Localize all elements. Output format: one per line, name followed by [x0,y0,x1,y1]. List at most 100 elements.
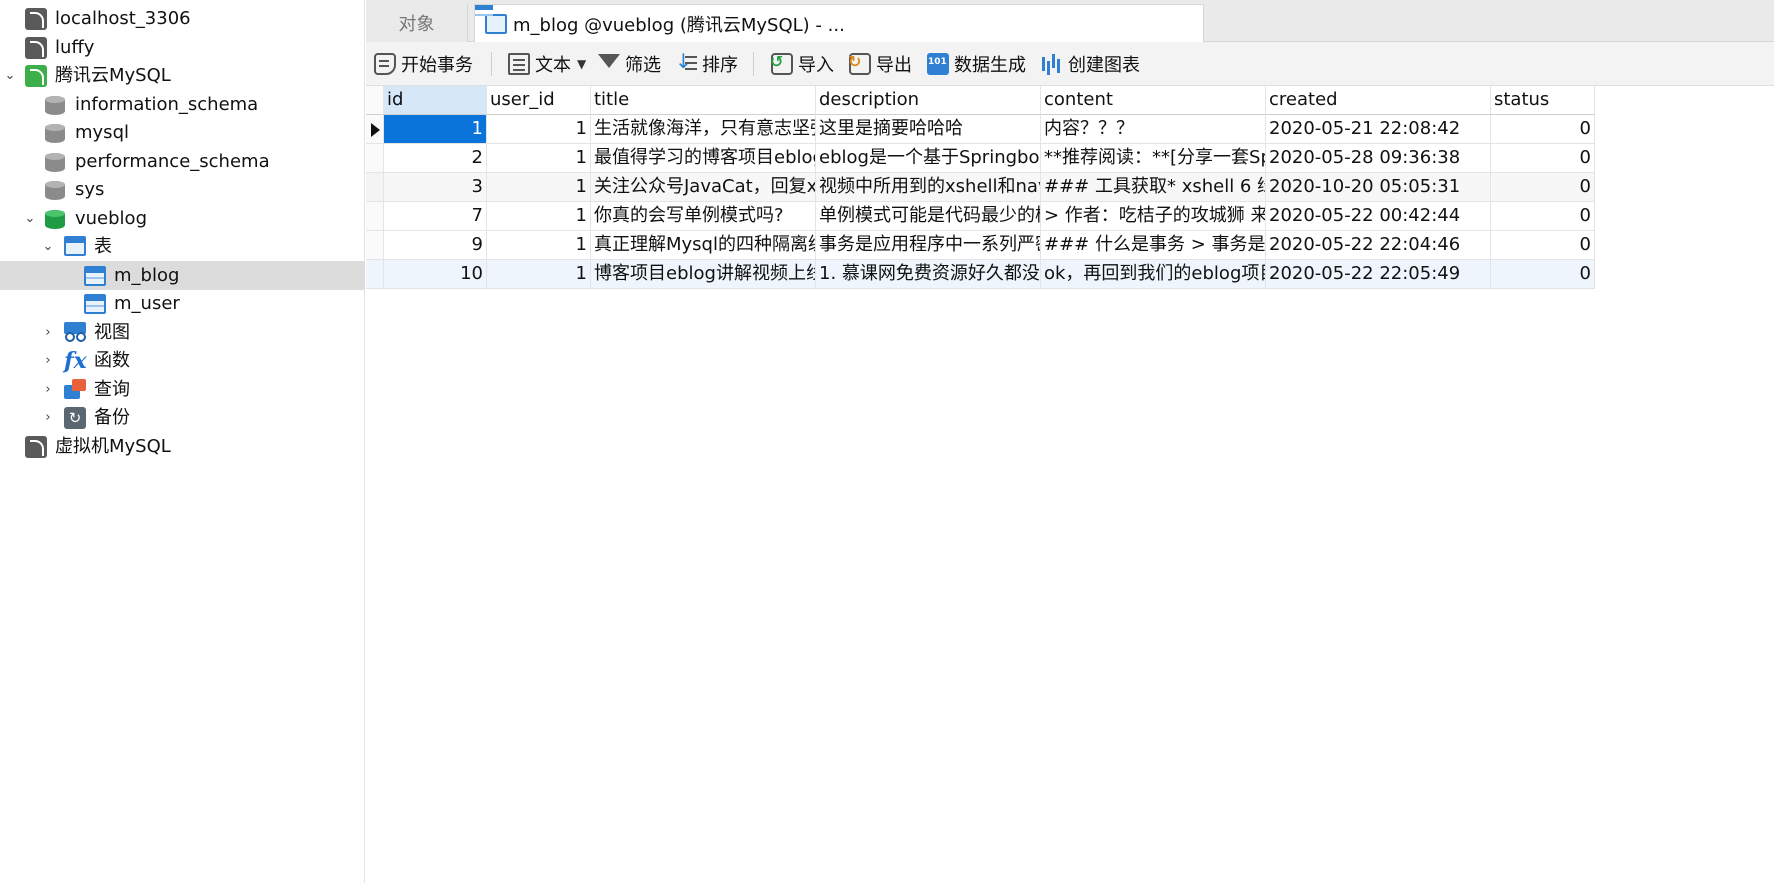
row-indicator[interactable] [366,202,384,231]
cell-description[interactable]: 1. 慕课网免费资源好久都没 [816,260,1041,289]
cell-user-id[interactable]: 1 [487,115,591,144]
chevron-down-icon[interactable]: ⌄ [2,68,18,84]
cell-content[interactable]: ### 什么是事务 > 事务是应 [1041,231,1266,260]
group-functions[interactable]: › fx 函数 [0,346,365,375]
cell-content[interactable]: ok，再回到我们的eblog项目 [1041,260,1266,289]
chevron-right-icon[interactable]: › [40,410,56,426]
chevron-right-icon[interactable]: › [40,382,56,398]
mysql-server-icon [25,36,47,59]
cell-status[interactable]: 0 [1491,260,1595,289]
tab-objects[interactable]: 对象 [366,4,468,42]
cell-user-id[interactable]: 1 [487,144,591,173]
column-header-created[interactable]: created [1266,86,1491,115]
cell-created[interactable]: 2020-05-22 00:42:44 [1266,202,1491,231]
database-performance-schema[interactable]: performance_schema [0,147,365,176]
cell-title[interactable]: 博客项目eblog讲解视频上线 [591,260,816,289]
column-header-title[interactable]: title [591,86,816,115]
cell-id[interactable]: 9 [384,231,487,260]
group-backups[interactable]: › ↻ 备份 [0,403,365,432]
cell-id[interactable]: 10 [384,260,487,289]
cell-title[interactable]: 关注公众号JavaCat，回复xs [591,173,816,202]
database-vueblog[interactable]: ⌄ vueblog [0,204,365,233]
cell-id[interactable]: 1 [384,115,487,144]
sort-button[interactable]: 排序 [675,49,738,78]
connection-localhost-3306[interactable]: localhost_3306 [0,4,365,33]
database-icon [45,94,65,116]
database-icon [45,179,65,201]
cell-content[interactable]: ### 工具获取* xshell 6 绿色 [1041,173,1266,202]
cell-title[interactable]: 最值得学习的博客项目eblog [591,144,816,173]
chevron-down-icon[interactable]: ⌄ [40,239,56,255]
row-indicator[interactable] [366,144,384,173]
table-row[interactable]: 1 1 生活就像海洋，只有意志坚强 这里是摘要哈哈哈 内容？？？ 2020-05… [366,115,1595,144]
connection-luffy[interactable]: luffy [0,33,365,62]
group-tables[interactable]: ⌄ 表 [0,232,365,261]
cell-title[interactable]: 真正理解Mysql的四种隔离级 [591,231,816,260]
column-header-user-id[interactable]: user_id [487,86,591,115]
begin-transaction-button[interactable]: 开始事务 [374,50,473,78]
cell-title[interactable]: 生活就像海洋，只有意志坚强 [591,115,816,144]
column-header-id[interactable]: id [384,86,487,115]
cell-status[interactable]: 0 [1491,202,1595,231]
cell-id[interactable]: 3 [384,173,487,202]
cell-user-id[interactable]: 1 [487,260,591,289]
cell-title[interactable]: 你真的会写单例模式吗? [591,202,816,231]
table-m-user[interactable]: m_user [0,289,365,318]
cell-description[interactable]: 视频中所用到的xshell和nav [816,173,1041,202]
table-row[interactable]: 9 1 真正理解Mysql的四种隔离级 事务是应用程序中一系列严密 ### 什么… [366,231,1595,260]
cell-created[interactable]: 2020-05-21 22:08:42 [1266,115,1491,144]
table-row[interactable]: 2 1 最值得学习的博客项目eblog eblog是一个基于Springboot… [366,144,1595,173]
table-row[interactable]: 7 1 你真的会写单例模式吗? 单例模式可能是代码最少的模 > 作者：吃桔子的攻… [366,202,1595,231]
column-header-status[interactable]: status [1491,86,1595,115]
chevron-down-icon[interactable]: ⌄ [22,211,38,227]
group-views[interactable]: › 视图 [0,318,365,347]
cell-content[interactable]: > 作者：吃桔子的攻城狮 来 [1041,202,1266,231]
cell-status[interactable]: 0 [1491,231,1595,260]
cell-user-id[interactable]: 1 [487,202,591,231]
cell-created[interactable]: 2020-05-22 22:05:49 [1266,260,1491,289]
connection-vm-mysql[interactable]: 虚拟机MySQL [0,432,365,461]
cell-description[interactable]: 这里是摘要哈哈哈 [816,115,1041,144]
cell-status[interactable]: 0 [1491,115,1595,144]
database-icon [45,208,65,230]
cell-id[interactable]: 2 [384,144,487,173]
row-indicator[interactable] [366,260,384,289]
cell-status[interactable]: 0 [1491,173,1595,202]
column-header-description[interactable]: description [816,86,1041,115]
cell-user-id[interactable]: 1 [487,231,591,260]
database-information-schema[interactable]: information_schema [0,90,365,119]
database-mysql[interactable]: mysql [0,118,365,147]
table-m-blog[interactable]: m_blog [0,261,365,290]
database-label: mysql [75,122,129,143]
chevron-right-icon[interactable]: › [40,325,56,341]
table-row[interactable]: 3 1 关注公众号JavaCat，回复xs 视频中所用到的xshell和nav … [366,173,1595,202]
column-header-content[interactable]: content [1041,86,1266,115]
row-indicator[interactable] [366,173,384,202]
cell-created[interactable]: 2020-05-22 22:04:46 [1266,231,1491,260]
cell-description[interactable]: eblog是一个基于Springboot [816,144,1041,173]
table-row[interactable]: 10 1 博客项目eblog讲解视频上线 1. 慕课网免费资源好久都没 ok，再… [366,260,1595,289]
create-chart-button[interactable]: 创建图表 [1041,50,1140,78]
export-button[interactable]: 导出 [848,50,912,78]
row-indicator[interactable] [366,115,384,144]
filter-button[interactable]: 筛选 [598,50,661,78]
cell-created[interactable]: 2020-10-20 05:05:31 [1266,173,1491,202]
connection-tencent-mysql[interactable]: ⌄ 腾讯云MySQL [0,61,365,90]
cell-content[interactable]: **推荐阅读：**[分享一套Sp [1041,144,1266,173]
cell-user-id[interactable]: 1 [487,173,591,202]
cell-created[interactable]: 2020-05-28 09:36:38 [1266,144,1491,173]
cell-description[interactable]: 单例模式可能是代码最少的模 [816,202,1041,231]
tab-m-blog[interactable]: m_blog @vueblog (腾讯云MySQL) - ... [474,4,1204,42]
cell-status[interactable]: 0 [1491,144,1595,173]
cell-description[interactable]: 事务是应用程序中一系列严密 [816,231,1041,260]
row-indicator[interactable] [366,231,384,260]
text-view-button[interactable]: 文本 ▼ [508,50,586,78]
cell-id[interactable]: 7 [384,202,487,231]
create-chart-label: 创建图表 [1068,55,1140,76]
data-generation-button[interactable]: 数据生成 [927,50,1026,78]
chevron-right-icon[interactable]: › [40,353,56,369]
cell-content[interactable]: 内容？？？ [1041,115,1266,144]
group-queries[interactable]: › 查询 [0,375,365,404]
import-button[interactable]: 导入 [770,50,834,78]
database-sys[interactable]: sys [0,175,365,204]
